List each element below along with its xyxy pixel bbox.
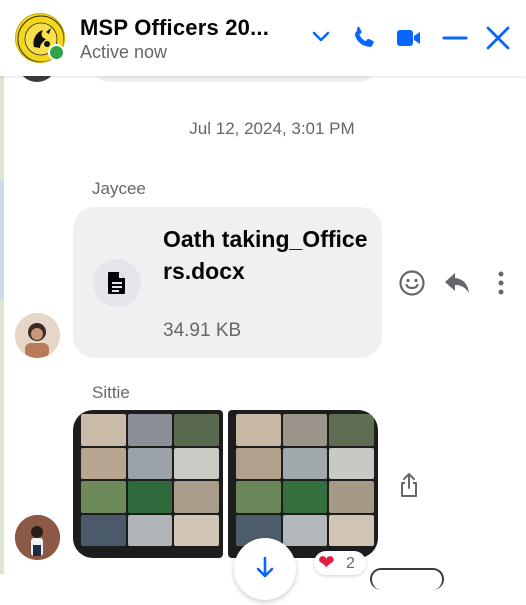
avatar[interactable] — [15, 313, 60, 358]
scroll-to-bottom-button[interactable] — [234, 538, 296, 600]
sender-name: Jaycee — [92, 179, 146, 198]
online-status-dot — [48, 44, 65, 61]
file-name: Oath taking_Officers.docx — [163, 226, 368, 284]
share-icon[interactable] — [398, 472, 420, 503]
file-attachment[interactable]: Oath taking_Officers.docx 34.91 KB — [73, 207, 382, 358]
avatar[interactable] — [15, 515, 60, 560]
chat-title[interactable]: MSP Officers 20... — [80, 15, 269, 41]
photo-attachment[interactable] — [228, 410, 378, 558]
heart-icon: ❤ — [318, 552, 335, 574]
close-icon[interactable] — [486, 26, 510, 55]
phone-icon[interactable] — [350, 24, 378, 57]
file-size: 34.91 KB — [163, 320, 242, 341]
chat-header: MSP Officers 20... Active now — [0, 0, 526, 76]
sender-name: Sittie — [92, 383, 130, 402]
video-camera-icon[interactable] — [396, 26, 422, 55]
minimize-icon[interactable] — [442, 26, 468, 55]
composer-edge — [370, 568, 444, 590]
reply-icon[interactable] — [443, 270, 471, 301]
active-status: Active now — [80, 42, 168, 62]
reaction-badge[interactable]: ❤ 2 — [314, 551, 366, 575]
chevron-down-icon[interactable] — [310, 28, 332, 51]
react-icon[interactable] — [398, 269, 426, 302]
message-timestamp: Jul 12, 2024, 3:01 PM — [189, 119, 355, 138]
background-window-edge — [0, 0, 4, 574]
document-icon — [93, 259, 141, 307]
reaction-count: 2 — [346, 555, 355, 572]
photo-attachment[interactable] — [73, 410, 223, 558]
more-icon[interactable] — [496, 270, 506, 301]
